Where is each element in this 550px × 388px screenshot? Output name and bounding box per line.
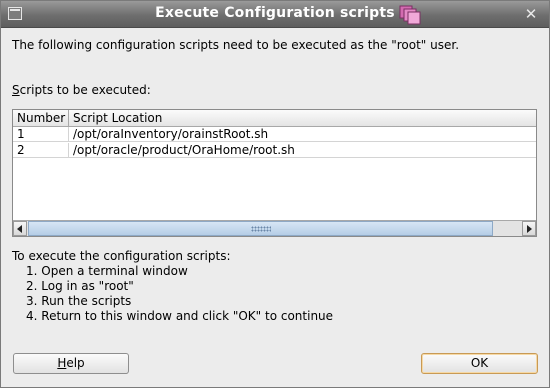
table-row[interactable]: 2 /opt/oracle/product/OraHome/root.sh (13, 143, 536, 158)
table-row[interactable]: 1 /opt/oraInventory/orainstRoot.sh (13, 127, 536, 142)
scrollbar-grip-icon (251, 226, 271, 232)
row-location-cell: /opt/oracle/product/OraHome/root.sh (73, 143, 295, 157)
intro-text: The following configuration scripts need… (12, 38, 460, 52)
ok-button[interactable]: OK (421, 353, 538, 374)
title-bar[interactable]: Execute Configuration scripts ✕ (1, 1, 549, 28)
scripts-label-text: cripts to be executed: (19, 83, 151, 97)
help-button-mnemonic: H (57, 356, 67, 370)
row-number-cell: 2 (13, 143, 69, 158)
close-icon[interactable]: ✕ (523, 5, 539, 23)
scripts-label-mnemonic: S (12, 83, 20, 97)
row-location-cell: /opt/oraInventory/orainstRoot.sh (73, 127, 269, 141)
app-icon (399, 5, 421, 25)
scrollbar-thumb[interactable] (28, 221, 493, 236)
instructions: To execute the configuration scripts: 1.… (12, 249, 333, 324)
instruction-step: 4. Return to this window and click "OK" … (26, 309, 334, 323)
scroll-right-arrow-icon[interactable] (522, 221, 536, 236)
instruction-step: 1. Open a terminal window (26, 264, 188, 278)
dialog-window: Execute Configuration scripts ✕ The foll… (0, 0, 550, 388)
help-button-label: elp (66, 356, 85, 370)
instruction-step: 2. Log in as "root" (26, 279, 134, 293)
horizontal-scrollbar[interactable] (13, 220, 536, 236)
window-title: Execute Configuration scripts (155, 5, 395, 21)
scripts-table[interactable]: Number Script Location 1 /opt/oraInvento… (12, 109, 537, 237)
column-header-script-location[interactable]: Script Location (69, 110, 536, 127)
instruction-step: 3. Run the scripts (26, 294, 132, 308)
help-button[interactable]: Help (13, 353, 129, 374)
scripts-label: Scripts to be executed: (12, 83, 151, 97)
instructions-heading: To execute the configuration scripts: (12, 249, 231, 263)
row-number-cell: 1 (13, 127, 69, 142)
table-header: Number Script Location (13, 110, 536, 127)
scroll-left-arrow-icon[interactable] (13, 221, 27, 236)
column-header-number[interactable]: Number (13, 110, 69, 127)
